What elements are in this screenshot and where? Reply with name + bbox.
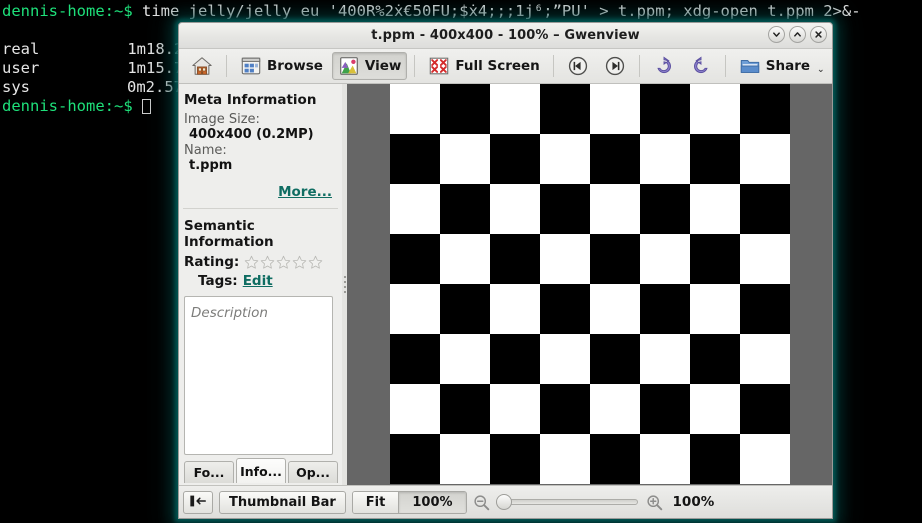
toolbar-separator [638,55,640,77]
fullscreen-icon [428,55,450,77]
star-icon[interactable] [292,255,307,270]
tab-operations-label: Op... [296,465,330,480]
rating-stars[interactable] [244,255,323,270]
toolbar-separator [724,55,726,77]
rating-row: Rating: [184,254,336,270]
terminal-command-line: dennis-home:~$ time jelly/jelly eu '400R… [2,2,861,21]
thumbnail-bar-button[interactable]: Thumbnail Bar [219,490,346,514]
zoom-slider[interactable] [495,492,640,512]
description-input[interactable]: Description [184,296,333,455]
meta-key-name: Name: [184,143,227,158]
sidebar-divider [183,208,338,209]
toggle-sidebar-button[interactable] [183,490,213,514]
window-controls [768,26,827,43]
tab-information[interactable]: Info... [236,458,286,483]
window-titlebar[interactable]: t.ppm - 400x400 - 100% – Gwenview [179,23,832,49]
share-folder-icon [739,55,761,77]
collapse-sidebar-icon [189,493,207,512]
zoom-in-icon[interactable] [646,494,663,511]
gwenview-window[interactable]: t.ppm - 400x400 - 100% – Gwenview Browse… [178,22,833,519]
chevron-down-icon[interactable]: ⌄ [817,65,825,76]
previous-image-button[interactable] [561,52,595,80]
browse-icon [240,55,262,77]
rotate-left-button[interactable] [647,52,681,80]
meta-value-name: t.ppm [189,158,233,173]
fit-label: Fit [365,494,386,510]
tags-edit-link[interactable]: Edit [243,273,273,289]
tab-folders-label: Fo... [193,465,225,480]
image-viewport[interactable] [347,84,832,485]
time-label-user: user [2,59,40,77]
meta-key-image-size: Image Size: [184,112,260,127]
minimize-button[interactable] [768,26,785,43]
more-link[interactable]: More... [278,184,332,200]
more-row: More... [184,181,332,200]
star-icon[interactable] [276,255,291,270]
tags-label: Tags: [198,273,238,289]
terminal-command-text: time jelly/jelly eu '400R%2ẋ€50FU;$ẋ4;;;… [132,2,861,20]
home-icon [191,55,213,77]
browse-button[interactable]: Browse [234,52,329,80]
meta-value-image-size: 400x400 (0.2MP) [189,127,314,142]
close-button[interactable] [810,26,827,43]
rotate-right-button[interactable] [684,52,718,80]
star-icon[interactable] [260,255,275,270]
rotate-right-icon [690,55,712,77]
semantic-information-title: Semantic Information [184,218,274,250]
zoom-slider-track [501,499,638,505]
time-label-real: real [2,40,40,58]
sidebar-tabs: Fo... Info... Op... [179,457,342,485]
rating-label: Rating: [184,254,240,270]
share-label: Share [765,58,811,74]
zoom-slider-knob[interactable] [495,494,512,510]
zoom-mode-group: Fit 100% [351,490,467,514]
previous-icon [567,55,589,77]
star-icon[interactable] [244,255,259,270]
main-toolbar: Browse View Full Screen Share ⌄ [179,49,832,84]
info-sidebar: Meta Information Image Size: 400x400 (0.… [179,84,342,485]
description-placeholder: Description [191,305,268,321]
toolbar-separator [552,55,554,77]
browse-label: Browse [267,58,323,74]
terminal-prompt: dennis-home:~$ [2,2,133,20]
next-icon [604,55,626,77]
tab-information-label: Info... [240,463,282,479]
star-icon[interactable] [308,255,323,270]
terminal-active-prompt-line[interactable]: dennis-home:~$ [2,97,151,116]
window-title: t.ppm - 400x400 - 100% – Gwenview [371,28,640,43]
tags-row: Tags: Edit [198,273,336,289]
tab-operations[interactable]: Op... [288,461,338,483]
hundred-percent-label: 100% [412,494,453,510]
home-button[interactable] [185,52,219,80]
meta-information-title: Meta Information [184,92,317,108]
view-button[interactable]: View [331,52,408,80]
toolbar-separator [226,55,227,77]
maximize-button[interactable] [789,26,806,43]
view-label: View [364,58,402,74]
time-label-sys: sys [2,78,30,96]
screen-root: dennis-home:~$ time jelly/jelly eu '400R… [0,0,922,523]
terminal-time-row: sys 0m2.578s [2,78,202,97]
terminal-prompt: dennis-home:~$ [2,97,133,115]
fullscreen-button[interactable]: Full Screen [422,52,545,80]
toolbar-separator [414,55,416,77]
meta-information-section: Meta Information Image Size: 400x400 (0.… [179,84,342,205]
zoom-out-icon[interactable] [473,494,490,511]
next-image-button[interactable] [598,52,632,80]
zoom-percent-label: 100% [672,494,715,510]
hundred-percent-button[interactable]: 100% [398,491,466,513]
window-body: Meta Information Image Size: 400x400 (0.… [179,84,832,485]
semantic-information-section: Semantic Information Rating: Tags: Edit [179,214,342,294]
status-bar: Thumbnail Bar Fit 100% 100% [179,485,832,518]
fit-button[interactable]: Fit [352,491,399,513]
thumbnail-bar-label: Thumbnail Bar [229,494,336,510]
share-button[interactable]: Share ⌄ [733,52,831,80]
view-icon [338,55,360,77]
terminal-cursor [142,99,151,114]
fullscreen-label: Full Screen [455,58,540,74]
splitter-grip-icon [343,275,346,294]
image-checkerboard [389,84,790,484]
tab-folders[interactable]: Fo... [184,461,234,483]
rotate-left-icon [653,55,675,77]
